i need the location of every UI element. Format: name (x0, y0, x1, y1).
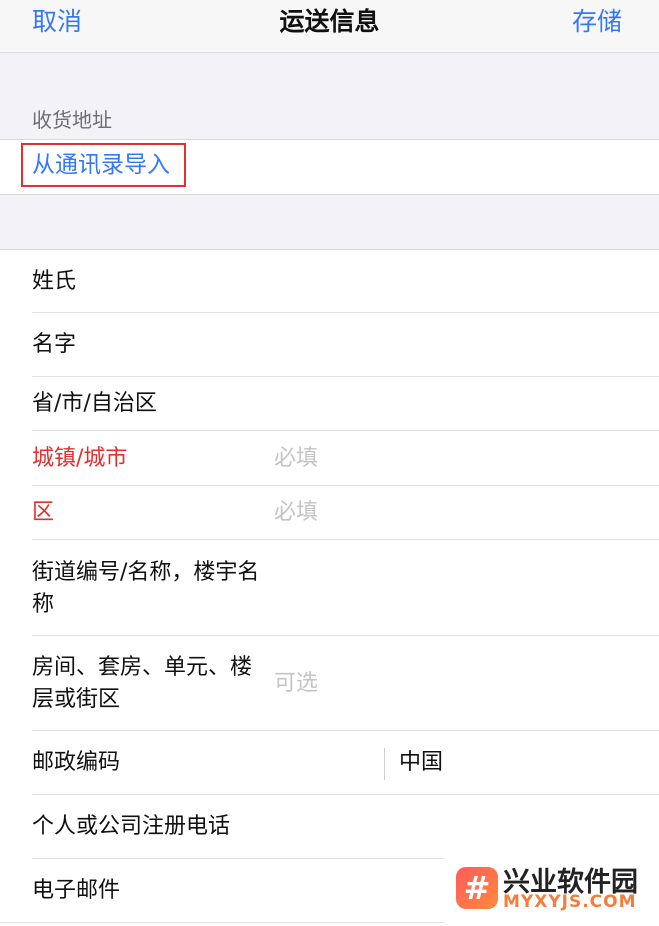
phone-label: 个人或公司注册电话 (32, 814, 231, 839)
hash-logo-icon: # (456, 867, 498, 909)
save-button[interactable]: 存储 (572, 2, 622, 38)
shipping-form: 姓氏 名字 省/市/自治区 城镇/城市 必填 区 必填 街道编号/名称，楼宇名称… (0, 249, 659, 926)
last-name-label: 姓氏 (32, 269, 77, 294)
last-name-row[interactable]: 姓氏 (0, 250, 659, 313)
email-label: 电子邮件 (32, 878, 121, 903)
navigation-bar: 取消 运送信息 存储 (0, 0, 659, 53)
unit-label: 房间、套房、单元、楼层或街区 (32, 655, 253, 712)
district-label: 区 (32, 500, 55, 525)
city-input[interactable]: 必填 (274, 443, 318, 475)
postal-code-label: 邮政编码 (32, 750, 121, 775)
unit-row[interactable]: 房间、套房、单元、楼层或街区 可选 (0, 636, 659, 731)
city-row[interactable]: 城镇/城市 必填 (0, 431, 659, 486)
first-name-row[interactable]: 名字 (0, 313, 659, 377)
phone-row[interactable]: 个人或公司注册电话 (0, 795, 659, 859)
watermark: # 兴业软件园 MYXYJS.COM (443, 854, 659, 925)
import-from-contacts-link[interactable]: 从通讯录导入 (21, 143, 186, 187)
page-title: 运送信息 (279, 7, 380, 36)
watermark-en: MYXYJS.COM (503, 892, 637, 912)
first-name-label: 名字 (32, 332, 77, 357)
section-header-shipping-address: 收货地址 (32, 108, 112, 132)
province-label: 省/市/自治区 (32, 391, 157, 416)
district-input[interactable]: 必填 (274, 497, 318, 529)
street-label: 街道编号/名称，楼宇名称 (32, 560, 260, 617)
street-row[interactable]: 街道编号/名称，楼宇名称 (0, 540, 659, 636)
district-row[interactable]: 区 必填 (0, 486, 659, 540)
postal-code-row[interactable]: 邮政编码 中国 (0, 731, 659, 795)
province-row[interactable]: 省/市/自治区 (0, 377, 659, 431)
import-from-contacts-row: 从通讯录导入 (0, 139, 659, 195)
city-label: 城镇/城市 (32, 446, 128, 471)
field-divider (384, 748, 385, 780)
unit-input[interactable]: 可选 (274, 668, 318, 700)
country-selector[interactable]: 中国 (399, 747, 443, 779)
